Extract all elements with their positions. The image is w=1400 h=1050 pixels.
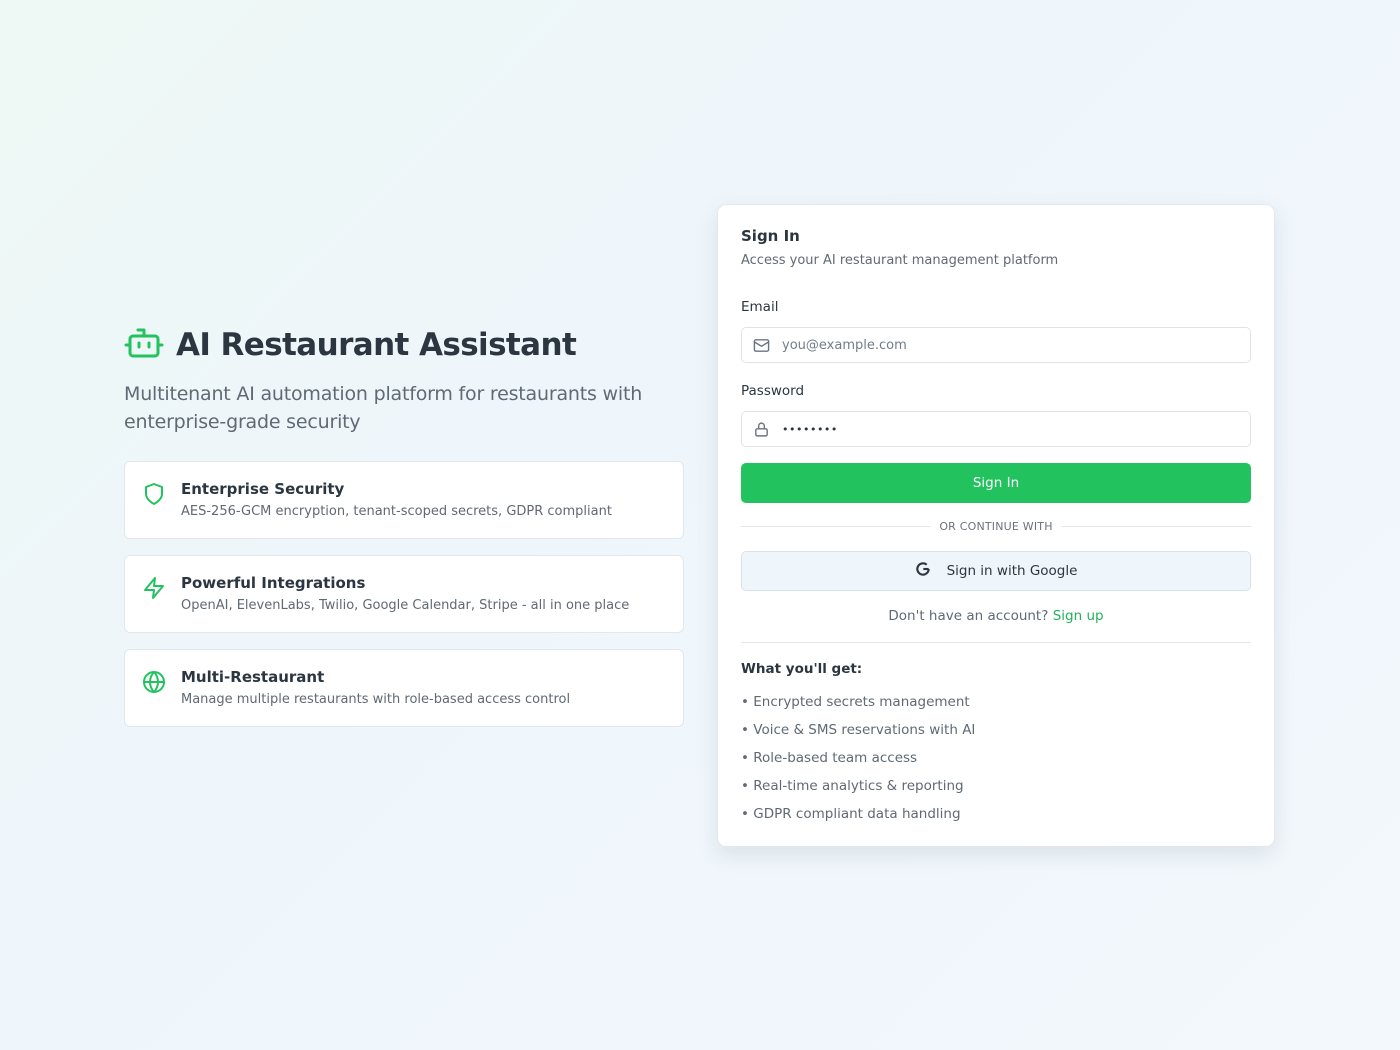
- signin-button[interactable]: Sign In: [741, 463, 1251, 503]
- password-field-wrapper: [741, 411, 1251, 447]
- signin-subtitle: Access your AI restaurant management pla…: [741, 253, 1059, 268]
- email-input[interactable]: [782, 328, 1242, 362]
- benefits-list: • Encrypted secrets management • Voice &…: [741, 693, 975, 833]
- lightning-icon: [142, 576, 166, 600]
- feature-title: Enterprise Security: [181, 480, 345, 498]
- list-item: • Role-based team access: [741, 750, 918, 766]
- signup-row: Don't have an account? Sign up: [741, 608, 1251, 624]
- signup-link[interactable]: Sign up: [1053, 608, 1104, 624]
- hero-section: AI Restaurant Assistant Multitenant AI a…: [124, 324, 684, 743]
- feature-card: Enterprise Security AES-256-GCM encrypti…: [124, 461, 684, 539]
- divider-text: OR CONTINUE WITH: [930, 520, 1062, 533]
- robot-icon: [124, 323, 176, 367]
- feature-description: Manage multiple restaurants with role-ba…: [181, 692, 571, 707]
- signin-title: Sign In: [741, 227, 800, 245]
- shield-icon: [142, 482, 166, 506]
- email-field-wrapper: [741, 327, 1251, 363]
- password-input[interactable]: [782, 412, 1242, 446]
- benefits-title: What you'll get:: [741, 661, 863, 677]
- google-button-label: Sign in with Google: [946, 563, 1078, 579]
- password-label: Password: [741, 383, 805, 399]
- lock-icon: [753, 421, 770, 438]
- feature-description: AES-256-GCM encryption, tenant-scoped se…: [181, 504, 612, 519]
- list-item: • Voice & SMS reservations with AI: [741, 722, 976, 738]
- google-signin-button[interactable]: Sign in with Google: [741, 551, 1251, 591]
- app-title: AI Restaurant Assistant: [176, 327, 577, 363]
- email-label: Email: [741, 299, 779, 315]
- app-subtitle: Multitenant AI automation platform for r…: [124, 383, 643, 433]
- no-account-text: Don't have an account?: [888, 608, 1049, 624]
- feature-description: OpenAI, ElevenLabs, Twilio, Google Calen…: [181, 598, 630, 613]
- google-icon: [915, 561, 947, 581]
- feature-title: Multi-Restaurant: [181, 668, 325, 686]
- feature-list: Enterprise Security AES-256-GCM encrypti…: [124, 461, 684, 727]
- feature-card: Multi-Restaurant Manage multiple restaur…: [124, 649, 684, 727]
- signin-card: Sign In Access your AI restaurant manage…: [717, 204, 1275, 847]
- section-divider: [741, 642, 1251, 643]
- divider: OR CONTINUE WITH: [741, 519, 1251, 535]
- feature-title: Powerful Integrations: [181, 574, 366, 592]
- list-item: • Encrypted secrets management: [741, 694, 970, 710]
- list-item: • GDPR compliant data handling: [741, 806, 961, 822]
- mail-icon: [753, 337, 770, 354]
- list-item: • Real-time analytics & reporting: [741, 778, 964, 794]
- feature-card: Powerful Integrations OpenAI, ElevenLabs…: [124, 555, 684, 633]
- brand: AI Restaurant Assistant: [124, 324, 684, 366]
- globe-icon: [142, 670, 166, 694]
